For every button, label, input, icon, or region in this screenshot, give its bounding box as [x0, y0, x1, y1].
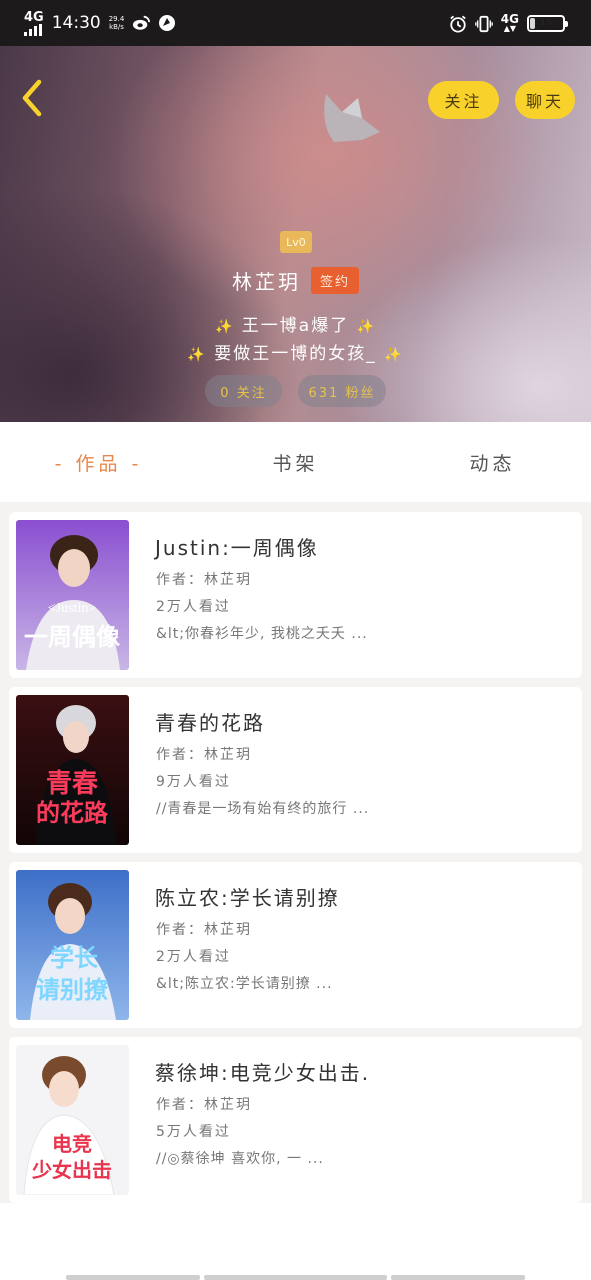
bio-line-1: ✨ 王一博a爆了 ✨ [0, 311, 591, 336]
book-cover: <Justin> 一周偶像 [16, 520, 129, 670]
svg-text:电竞: 电竞 [52, 1132, 92, 1156]
level-badge: Lv0 [280, 231, 312, 253]
vibrate-icon [475, 14, 493, 33]
work-description: &lt;陈立农:学长请别撩 ... [156, 976, 333, 992]
bio-text-2: 要做王一博的女孩_ [214, 344, 377, 364]
work-views: 2万人看过 [156, 949, 231, 965]
fans-count[interactable]: 631 粉丝 [298, 375, 386, 407]
network-speed: 29.4 kB/s [109, 15, 125, 31]
signal-bars-icon [24, 23, 42, 36]
network-type: 4G [24, 9, 44, 25]
svg-text:少女出击: 少女出击 [31, 1158, 112, 1182]
back-button[interactable] [14, 78, 50, 122]
name-row: 林芷玥 签约 [0, 266, 591, 295]
work-views: 2万人看过 [156, 599, 231, 615]
book-cover: 电竞 少女出击 [16, 1045, 129, 1195]
status-bar-right: 4G ▲▼ 15 [449, 13, 568, 33]
sparkle-icon: ✨ [214, 319, 235, 335]
follow-button[interactable]: 关注 [428, 81, 499, 119]
work-author: 作者：林芷玥 [156, 922, 252, 938]
weibo-icon [132, 14, 151, 32]
svg-text:青春: 青春 [46, 769, 98, 798]
bottom-area [0, 1203, 591, 1280]
work-description: //青春是一场有始有终的旅行 ... [156, 801, 370, 817]
book-cover: 青春 的花路 [16, 695, 129, 845]
svg-text:<Justin>: <Justin> [48, 601, 97, 616]
following-count[interactable]: 0 关注 [205, 375, 282, 407]
user-name: 林芷玥 [231, 270, 301, 294]
svg-text:学长: 学长 [50, 944, 99, 972]
list-item[interactable]: <Justin> 一周偶像 Justin:一周偶像 作者：林芷玥 2万人看过 &… [9, 512, 582, 678]
list-item[interactable]: 电竞 少女出击 蔡徐坤:电竞少女出击. 作者：林芷玥 5万人看过 //◎蔡徐坤 … [9, 1037, 582, 1203]
battery-text: 15 [539, 18, 553, 28]
speed-value: 29.4 [108, 15, 125, 23]
work-title: 蔡徐坤:电竞少女出击. [155, 1061, 371, 1085]
tab-works[interactable]: - 作品 - [0, 422, 197, 502]
work-author: 作者：林芷玥 [156, 1097, 252, 1113]
sparkle-icon: ✨ [356, 319, 377, 335]
list-item[interactable]: 青春 的花路 青春的花路 作者：林芷玥 9万人看过 //青春是一场有始有终的旅行… [9, 687, 582, 853]
avatar [318, 84, 384, 148]
svg-text:的花路: 的花路 [36, 799, 109, 827]
signal-indicator: 4G [24, 11, 44, 36]
data-arrows-icon: ▲▼ [503, 24, 517, 33]
speed-unit: kB/s [109, 23, 124, 31]
bio-text-1: 王一博a爆了 [241, 316, 350, 336]
work-author: 作者：林芷玥 [156, 572, 252, 588]
svg-text:请别撩: 请别撩 [36, 976, 108, 1004]
chevron-left-icon [19, 78, 45, 122]
sparkle-icon: ✨ [384, 347, 404, 363]
work-author: 作者：林芷玥 [156, 747, 252, 763]
work-title: Justin:一周偶像 [155, 536, 319, 560]
status-bar-left: 4G 14:30 29.4 kB/s [24, 11, 176, 36]
list-item[interactable]: 学长 请别撩 陈立农:学长请别撩 作者：林芷玥 2万人看过 &lt;陈立农:学长… [9, 862, 582, 1028]
profile-header: 关注 聊天 Lv0 林芷玥 签约 ✨ 王一博a爆了 ✨ ✨ 要做王一博的女孩_ … [0, 46, 591, 422]
status-bar: 4G 14:30 29.4 kB/s 4G ▲▼ 15 [0, 0, 591, 46]
status-time: 14:30 [51, 13, 101, 33]
work-description: &lt;你春衫年少, 我桃之夭夭 ... [156, 626, 368, 642]
alarm-icon [449, 14, 467, 33]
work-views: 5万人看过 [156, 1124, 231, 1140]
network-type-right: 4G ▲▼ [501, 13, 519, 33]
svg-text:一周偶像: 一周偶像 [24, 624, 121, 651]
work-views: 9万人看过 [156, 774, 231, 790]
book-cover: 学长 请别撩 [16, 870, 129, 1020]
tab-activity[interactable]: 动态 [394, 422, 591, 502]
tab-bookshelf[interactable]: 书架 [197, 422, 394, 502]
chat-button[interactable]: 聊天 [515, 81, 575, 119]
contract-badge: 签约 [310, 267, 359, 294]
sparkle-icon: ✨ [187, 347, 207, 363]
nav-bar-segment [391, 1275, 525, 1280]
bio-line-2: ✨ 要做王一博的女孩_ ✨ [0, 339, 591, 364]
profile-tabs: - 作品 - 书架 动态 [0, 422, 591, 502]
battery-icon: 15 [527, 14, 568, 32]
work-description: //◎蔡徐坤 喜欢你, 一 ... [156, 1151, 324, 1167]
nav-bar-segment [204, 1275, 387, 1280]
browser-icon [158, 14, 176, 32]
work-title: 青春的花路 [155, 711, 265, 735]
work-title: 陈立农:学长请别撩 [155, 886, 340, 910]
nav-bar-segment [66, 1275, 200, 1280]
